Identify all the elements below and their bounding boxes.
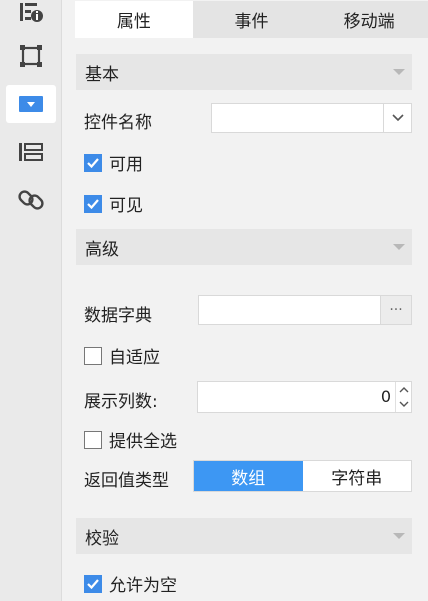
dictionary-label: 数据字典: [84, 306, 152, 326]
widget-name-value: [212, 104, 383, 132]
dictionary-field[interactable]: ···: [198, 295, 412, 325]
link-icon: [18, 190, 44, 210]
link-button[interactable]: [6, 181, 56, 219]
return-type-array-option[interactable]: 数组: [194, 461, 303, 491]
adaptive-checkbox[interactable]: 自适应: [84, 343, 160, 368]
stepper-up-button[interactable]: [396, 382, 411, 397]
widget-info-button[interactable]: [6, 0, 56, 32]
chevron-down-icon: [391, 114, 404, 122]
layout-icon: [19, 143, 43, 161]
property-panel: 属性 事件 移动端 基本 控件名称 可用 可见 高级 数据字典 ··· 自适应 …: [62, 0, 428, 601]
tab-bar: 属性 事件 移动端: [75, 1, 428, 38]
section-basic-title: 基本: [85, 64, 119, 85]
visible-checkbox[interactable]: 可见: [84, 191, 143, 216]
frame-button[interactable]: [6, 37, 56, 75]
return-type-label: 返回值类型: [84, 471, 169, 491]
adaptive-label: 自适应: [109, 348, 160, 368]
allow-empty-checkbox[interactable]: 允许为空: [84, 571, 177, 596]
collapse-caret-icon: [393, 533, 405, 539]
tab-events[interactable]: 事件: [192, 1, 311, 38]
dictionary-value: [199, 296, 380, 324]
widget-name-field[interactable]: [211, 103, 412, 133]
visible-label: 可见: [109, 196, 143, 216]
usable-checkbox[interactable]: 可用: [84, 150, 143, 175]
usable-label: 可用: [109, 155, 143, 175]
section-validation-header[interactable]: 校验: [76, 518, 412, 554]
return-type-string-option[interactable]: 字符串: [303, 461, 412, 491]
tab-properties[interactable]: 属性: [75, 1, 193, 38]
columns-value: 0: [380, 387, 391, 406]
allow-empty-check-box[interactable]: [84, 574, 102, 593]
section-advanced-title: 高级: [85, 239, 119, 260]
section-validation-title: 校验: [85, 528, 119, 549]
adaptive-check-box[interactable]: [84, 346, 102, 365]
collapse-caret-icon: [393, 69, 405, 75]
stepper-arrows: [395, 382, 411, 412]
widget-name-label: 控件名称: [84, 113, 152, 133]
tab-mobile[interactable]: 移动端: [310, 1, 428, 38]
widget-info-icon: [20, 3, 43, 22]
columns-stepper[interactable]: 0: [197, 381, 412, 413]
select-all-check-box[interactable]: [84, 430, 102, 449]
dictionary-more-button[interactable]: ···: [380, 296, 411, 324]
allow-empty-label: 允许为空: [109, 576, 177, 596]
dropdown-toggle[interactable]: [383, 104, 411, 132]
usable-check-box[interactable]: [84, 153, 102, 172]
sidebar: [0, 0, 62, 601]
layout-button[interactable]: [6, 133, 56, 171]
return-type-selector: 数组 字符串: [193, 460, 412, 492]
dropdown-widget-icon: [19, 96, 43, 112]
stepper-down-button[interactable]: [396, 397, 411, 412]
select-all-label: 提供全选: [109, 432, 177, 452]
visible-check-box[interactable]: [84, 194, 102, 213]
checkmark-icon: [87, 157, 99, 168]
chevron-up-icon: [399, 387, 408, 393]
section-advanced-header[interactable]: 高级: [76, 229, 412, 265]
checkmark-icon: [87, 198, 99, 209]
chevron-down-icon: [399, 401, 408, 407]
columns-label: 展示列数:: [84, 392, 158, 412]
section-basic-header[interactable]: 基本: [76, 54, 412, 90]
select-all-checkbox[interactable]: 提供全选: [84, 427, 177, 452]
dropdown-widget-button[interactable]: [6, 85, 56, 123]
frame-icon: [20, 45, 42, 67]
checkmark-icon: [87, 578, 99, 589]
collapse-caret-icon: [393, 244, 405, 250]
